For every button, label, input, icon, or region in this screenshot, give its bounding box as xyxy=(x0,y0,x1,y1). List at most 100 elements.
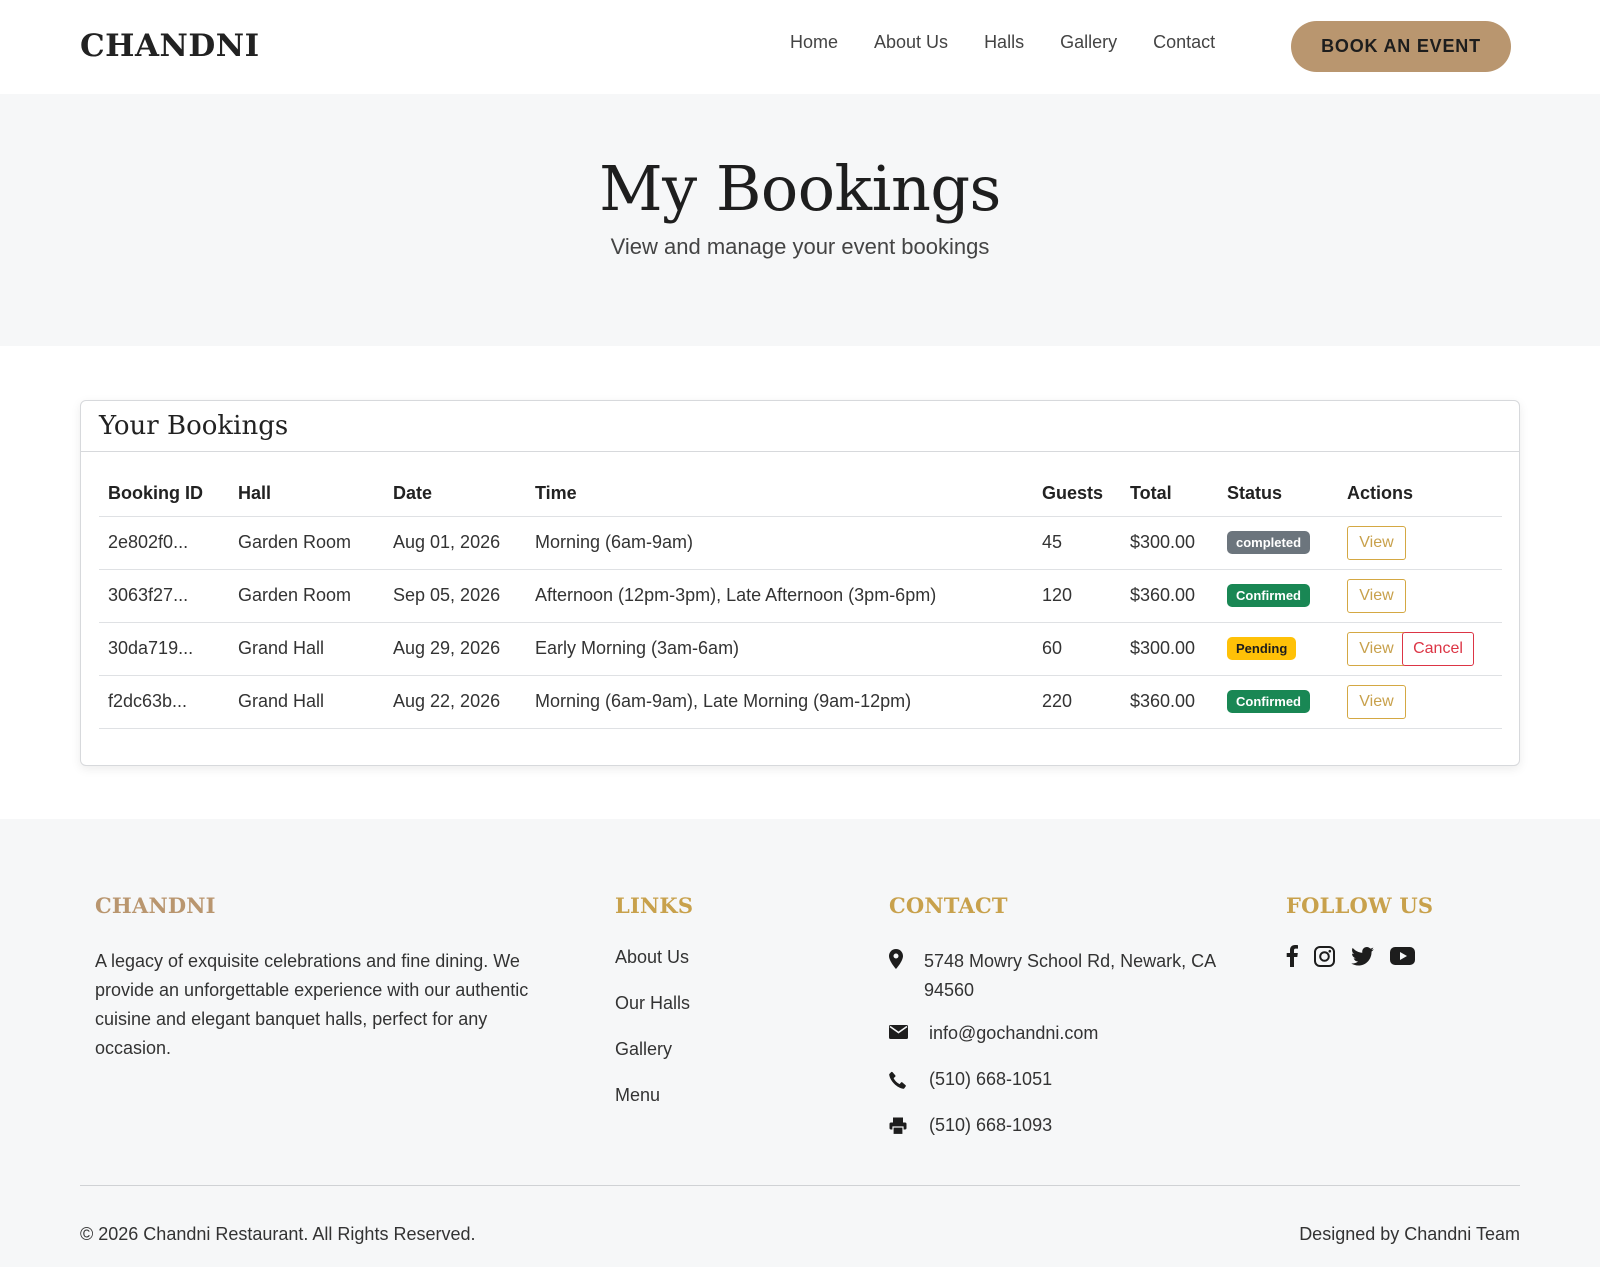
envelope-icon xyxy=(889,1023,924,1044)
footer-follow-heading: FOLLOW US xyxy=(1286,893,1434,918)
cell-date: Aug 01, 2026 xyxy=(384,516,526,570)
table-header-row: Booking ID Hall Date Time Guests Total S… xyxy=(99,471,1502,517)
col-actions: Actions xyxy=(1338,471,1502,517)
col-hall: Hall xyxy=(229,471,384,517)
table-row: 3063f27... Garden Room Sep 05, 2026 Afte… xyxy=(99,569,1502,623)
footer-links-heading: LINKS xyxy=(615,893,694,918)
footer-link-menu[interactable]: Menu xyxy=(615,1085,690,1131)
card-header: Your Bookings xyxy=(81,401,1519,452)
nav-contact[interactable]: Contact xyxy=(1153,32,1215,53)
col-total: Total xyxy=(1121,471,1218,517)
footer-link-about-us[interactable]: About Us xyxy=(615,947,690,993)
contact-address: 5748 Mowry School Rd, Newark, CA 94560 xyxy=(889,947,1219,1005)
footer-brand-heading: CHANDNI xyxy=(95,893,216,918)
cell-total: $360.00 xyxy=(1121,675,1218,729)
nav-about-us[interactable]: About Us xyxy=(874,32,948,53)
contact-fax: (510) 668-1093 xyxy=(889,1115,1052,1136)
cell-time: Morning (6am-9am) xyxy=(526,516,1033,570)
phone-icon xyxy=(889,1069,924,1090)
cell-booking-id: 3063f27... xyxy=(99,569,229,623)
cell-guests: 220 xyxy=(1033,675,1121,729)
footer-link-gallery[interactable]: Gallery xyxy=(615,1039,690,1085)
contact-phone-text[interactable]: (510) 668-1051 xyxy=(929,1069,1052,1090)
cell-time: Morning (6am-9am), Late Morning (9am-12p… xyxy=(526,675,1033,729)
status-badge: Confirmed xyxy=(1227,584,1310,607)
hero: My Bookings View and manage your event b… xyxy=(0,94,1600,346)
cell-actions: View xyxy=(1338,516,1502,570)
view-button[interactable]: View xyxy=(1347,525,1406,560)
bookings-table: Booking ID Hall Date Time Guests Total S… xyxy=(99,471,1502,729)
cell-guests: 120 xyxy=(1033,569,1121,623)
contact-phone: (510) 668-1051 xyxy=(889,1069,1052,1090)
col-booking-id: Booking ID xyxy=(99,471,229,517)
cell-total: $360.00 xyxy=(1121,569,1218,623)
footer-link-our-halls[interactable]: Our Halls xyxy=(615,993,690,1039)
page-title: My Bookings xyxy=(599,152,1001,225)
bookings-card: Your Bookings Booking ID Hall Date Time … xyxy=(80,400,1520,766)
table-row: 30da719... Grand Hall Aug 29, 2026 Early… xyxy=(99,622,1502,676)
map-marker-icon xyxy=(889,947,924,1005)
page-subtitle: View and manage your event bookings xyxy=(610,234,990,259)
nav-halls[interactable]: Halls xyxy=(984,32,1024,53)
status-badge: Pending xyxy=(1227,637,1297,660)
cell-actions: View xyxy=(1338,569,1502,623)
col-status: Status xyxy=(1218,471,1338,517)
cell-guests: 60 xyxy=(1033,622,1121,676)
cell-hall: Garden Room xyxy=(229,516,384,570)
cell-status: Pending xyxy=(1218,622,1338,676)
cell-booking-id: 30da719... xyxy=(99,622,229,676)
cell-actions: View xyxy=(1338,675,1502,729)
table-row: 2e802f0... Garden Room Aug 01, 2026 Morn… xyxy=(99,516,1502,570)
cell-date: Sep 05, 2026 xyxy=(384,569,526,623)
cell-total: $300.00 xyxy=(1121,516,1218,570)
footer-divider xyxy=(80,1185,1520,1186)
status-badge: Confirmed xyxy=(1227,690,1310,713)
twitter-icon[interactable] xyxy=(1351,946,1374,971)
cell-booking-id: f2dc63b... xyxy=(99,675,229,729)
youtube-icon[interactable] xyxy=(1390,947,1415,970)
col-date: Date xyxy=(384,471,526,517)
col-time: Time xyxy=(526,471,1033,517)
card-title: Your Bookings xyxy=(99,411,289,441)
cell-date: Aug 22, 2026 xyxy=(384,675,526,729)
printer-icon xyxy=(889,1115,924,1136)
view-button[interactable]: View xyxy=(1347,631,1406,666)
footer-about-text: A legacy of exquisite celebrations and f… xyxy=(95,951,529,1058)
facebook-icon[interactable] xyxy=(1286,945,1298,972)
contact-fax-text: (510) 668-1093 xyxy=(929,1115,1053,1135)
contact-email-text[interactable]: info@gochandni.com xyxy=(929,1023,1098,1044)
copyright-text: © 2026 Chandni Restaurant. All Rights Re… xyxy=(80,1224,476,1244)
nav-home[interactable]: Home xyxy=(790,32,838,53)
brand-logo[interactable]: CHANDNI xyxy=(80,28,260,64)
book-an-event-button[interactable]: BOOK AN EVENT xyxy=(1291,21,1511,72)
status-badge: completed xyxy=(1227,531,1311,554)
nav-gallery[interactable]: Gallery xyxy=(1060,32,1117,53)
cell-time: Afternoon (12pm-3pm), Late Afternoon (3p… xyxy=(526,569,1033,623)
cell-actions: View Cancel xyxy=(1338,622,1502,676)
cell-time: Early Morning (3am-6am) xyxy=(526,622,1033,676)
cell-booking-id: 2e802f0... xyxy=(99,516,229,570)
footer-contact-heading: CONTACT xyxy=(889,893,1008,918)
cell-hall: Grand Hall xyxy=(229,675,384,729)
table-row: f2dc63b... Grand Hall Aug 22, 2026 Morni… xyxy=(99,675,1502,729)
designed-by-text: Designed by Chandni Team xyxy=(1299,1224,1520,1244)
cell-hall: Garden Room xyxy=(229,569,384,623)
cell-date: Aug 29, 2026 xyxy=(384,622,526,676)
view-button[interactable]: View xyxy=(1347,684,1406,719)
cell-total: $300.00 xyxy=(1121,622,1218,676)
social-icons xyxy=(1286,945,1415,972)
contact-email: info@gochandni.com xyxy=(889,1023,1098,1044)
navbar: CHANDNI Home About Us Halls Gallery Cont… xyxy=(0,0,1600,94)
cell-guests: 45 xyxy=(1033,516,1121,570)
cell-status: Confirmed xyxy=(1218,675,1338,729)
main-nav: Home About Us Halls Gallery Contact xyxy=(790,32,1251,53)
instagram-icon[interactable] xyxy=(1314,945,1335,972)
contact-address-text: 5748 Mowry School Rd, Newark, CA 94560 xyxy=(924,951,1216,1000)
view-button[interactable]: View xyxy=(1347,578,1406,613)
cell-status: Confirmed xyxy=(1218,569,1338,623)
cancel-button[interactable]: Cancel xyxy=(1402,631,1474,666)
footer-links-list: About Us Our Halls Gallery Menu xyxy=(615,947,690,1131)
footer: CHANDNI A legacy of exquisite celebratio… xyxy=(0,819,1600,1267)
col-guests: Guests xyxy=(1033,471,1121,517)
cell-status: completed xyxy=(1218,516,1338,570)
